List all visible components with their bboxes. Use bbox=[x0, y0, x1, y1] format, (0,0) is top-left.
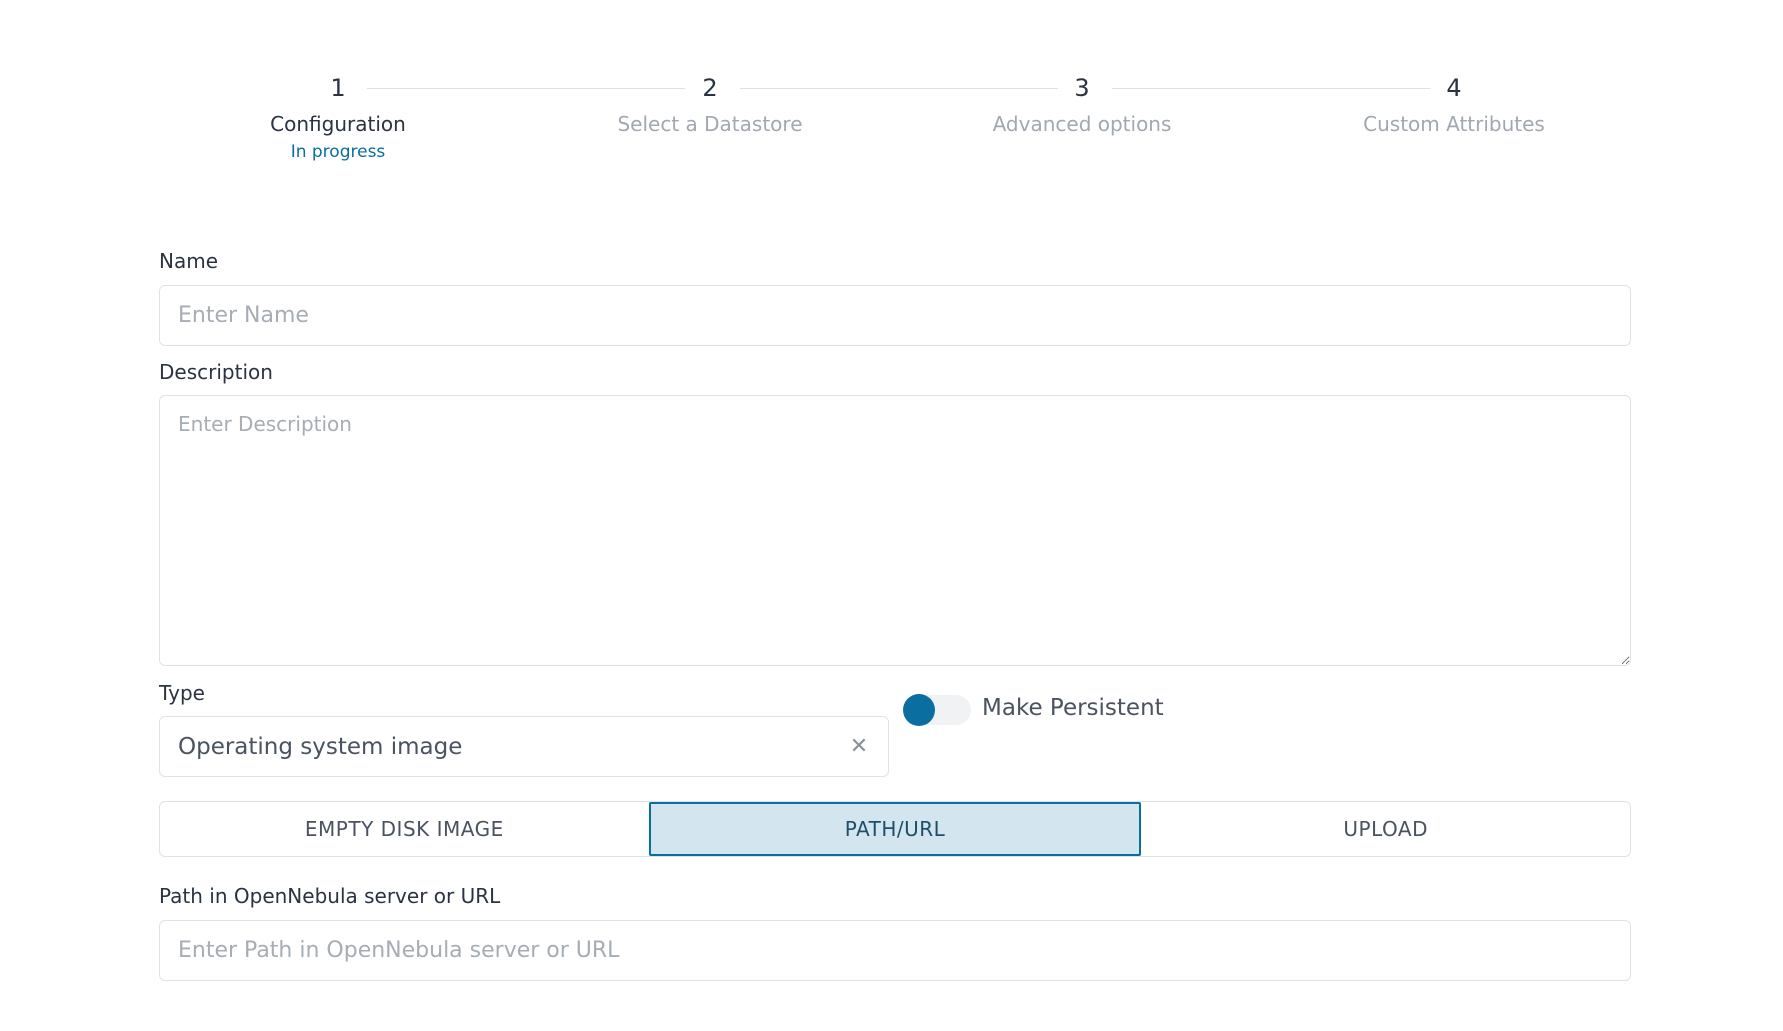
step-label: Select a Datastore bbox=[617, 112, 803, 136]
step-label: Configuration bbox=[270, 112, 406, 136]
name-label: Name bbox=[159, 249, 219, 273]
step-select-datastore[interactable]: 2 Select a Datastore bbox=[550, 72, 870, 138]
type-label: Type bbox=[159, 681, 205, 705]
make-persistent-toggle[interactable] bbox=[903, 692, 971, 728]
name-input[interactable] bbox=[159, 285, 1631, 346]
step-custom-attributes[interactable]: 4 Custom Attributes bbox=[1294, 72, 1614, 138]
tab-path-url[interactable]: PATH/URL bbox=[648, 802, 1142, 856]
step-number: 3 bbox=[1074, 74, 1090, 102]
path-input[interactable] bbox=[159, 920, 1631, 981]
step-number: 1 bbox=[330, 74, 346, 102]
step-label: Advanced options bbox=[992, 112, 1172, 136]
create-image-form-page: 1 Configuration In progress 2 Select a D… bbox=[0, 0, 1783, 1031]
type-selected-value: Operating system image bbox=[178, 733, 463, 760]
step-label: Custom Attributes bbox=[1363, 112, 1545, 136]
make-persistent-label: Make Persistent bbox=[982, 695, 1164, 721]
wizard-stepper: 1 Configuration In progress 2 Select a D… bbox=[0, 0, 1783, 180]
description-label: Description bbox=[159, 360, 273, 384]
tab-upload[interactable]: UPLOAD bbox=[1141, 802, 1630, 856]
toggle-thumb bbox=[903, 694, 935, 726]
type-select[interactable]: Operating system image ✕ bbox=[159, 716, 889, 777]
step-configuration[interactable]: 1 Configuration In progress bbox=[178, 72, 498, 164]
step-number: 4 bbox=[1446, 74, 1462, 102]
step-status: In progress bbox=[290, 142, 386, 162]
tab-empty-disk-image[interactable]: EMPTY DISK IMAGE bbox=[160, 802, 649, 856]
step-number: 2 bbox=[702, 74, 718, 102]
step-advanced-options[interactable]: 3 Advanced options bbox=[922, 72, 1242, 138]
close-icon[interactable]: ✕ bbox=[848, 734, 870, 759]
path-label: Path in OpenNebula server or URL bbox=[159, 884, 501, 908]
description-textarea[interactable] bbox=[159, 395, 1631, 666]
image-source-tabs: EMPTY DISK IMAGE PATH/URL UPLOAD bbox=[159, 801, 1631, 857]
